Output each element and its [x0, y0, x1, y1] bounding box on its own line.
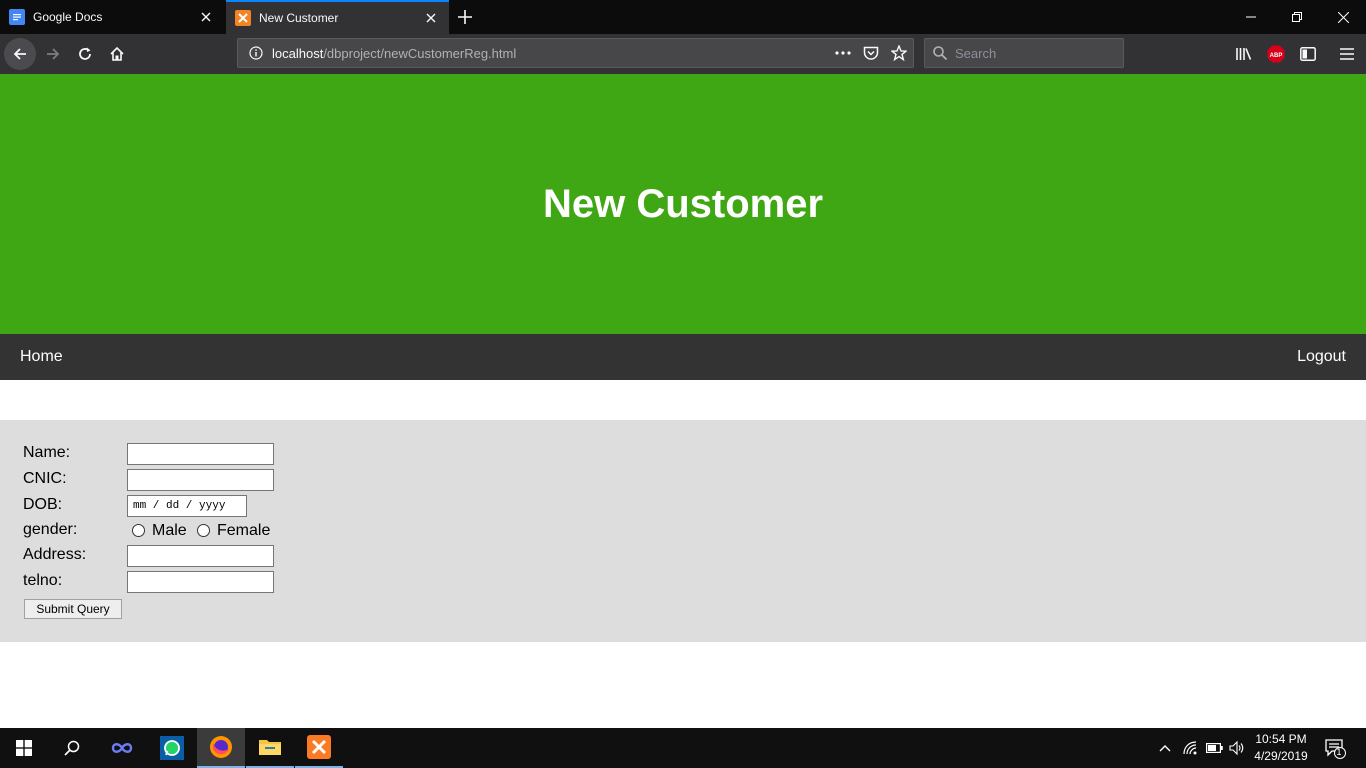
chevron-up-icon: [1159, 745, 1171, 752]
speaker-icon: [1229, 741, 1244, 755]
search-icon: [925, 46, 955, 60]
wifi-icon: [1183, 741, 1197, 755]
page-title: New Customer: [542, 181, 824, 226]
minimize-button[interactable]: [1228, 0, 1274, 34]
clock-time: 10:54 PM: [1255, 732, 1307, 746]
name-label: Name:: [23, 444, 71, 461]
logout-link[interactable]: Logout: [1297, 334, 1346, 380]
page-banner: New Customer: [0, 74, 1366, 334]
forward-button[interactable]: [37, 38, 69, 70]
info-icon[interactable]: [246, 46, 266, 60]
google-docs-icon: [9, 9, 25, 25]
abp-label: ABP: [1270, 53, 1283, 59]
gender-male-label: Male: [152, 522, 187, 539]
url-text[interactable]: localhost/dbproject/newCustomerReg.html: [272, 46, 829, 61]
telno-label: telno:: [23, 572, 63, 589]
file-explorer-button[interactable]: [246, 728, 294, 768]
gender-male-radio[interactable]: [132, 524, 145, 537]
network-button[interactable]: [1180, 728, 1202, 768]
name-input[interactable]: [127, 443, 274, 465]
whatsapp-icon: [160, 736, 184, 760]
address-bar[interactable]: localhost/dbproject/newCustomerReg.html: [237, 38, 914, 68]
cnic-label: CNIC:: [23, 470, 67, 487]
search-icon: [64, 740, 80, 756]
clock-date: 4/29/2019: [1254, 749, 1308, 763]
home-button[interactable]: [101, 38, 133, 70]
restore-button[interactable]: [1274, 0, 1320, 34]
browser-toolbar: localhost/dbproject/newCustomerReg.html …: [0, 34, 1366, 74]
close-tab-icon[interactable]: [194, 5, 218, 29]
windows-icon: [16, 740, 32, 756]
xampp-icon: [235, 10, 251, 26]
library-icon[interactable]: [1230, 40, 1258, 68]
submit-button[interactable]: Submit Query: [24, 599, 122, 619]
task-view-button[interactable]: [98, 728, 146, 768]
page-actions-icon[interactable]: [829, 39, 857, 67]
clock[interactable]: 10:54 PM 4/29/2019: [1248, 731, 1314, 765]
xampp-taskbar-button[interactable]: [295, 728, 343, 768]
site-nav: Home Logout: [0, 334, 1366, 380]
tab-label: Google Docs: [33, 10, 103, 24]
search-taskbar-button[interactable]: [48, 728, 96, 768]
home-link[interactable]: Home: [20, 334, 63, 380]
tab-strip: Google Docs New Customer: [0, 0, 1366, 34]
menu-icon[interactable]: [1333, 40, 1361, 68]
notification-count: 1: [1336, 747, 1342, 757]
pocket-icon[interactable]: [857, 39, 885, 67]
sidebar-icon[interactable]: [1294, 40, 1322, 68]
reload-button[interactable]: [69, 38, 101, 70]
gender-female-label: Female: [217, 522, 271, 539]
infinity-icon: [111, 743, 133, 753]
battery-button[interactable]: [1203, 728, 1225, 768]
dob-input[interactable]: mm / dd / yyyy: [127, 495, 247, 517]
battery-icon: [1205, 743, 1223, 753]
customer-form: Name: CNIC: DOB: mm / dd / yyyy gender: …: [0, 420, 1366, 642]
folder-icon: [259, 740, 281, 755]
url-path: /dbproject/newCustomerReg.html: [323, 45, 517, 61]
xampp-icon: [307, 735, 331, 759]
search-bar[interactable]: [924, 38, 1124, 68]
dob-label: DOB:: [23, 496, 63, 513]
close-window-button[interactable]: [1320, 0, 1366, 34]
firefox-icon: [210, 736, 232, 758]
bookmark-star-icon[interactable]: [885, 39, 913, 67]
search-input[interactable]: [955, 45, 1115, 61]
adblock-plus-icon[interactable]: ABP: [1262, 40, 1290, 68]
tab-label: New Customer: [259, 11, 339, 25]
start-button[interactable]: [0, 728, 48, 768]
cnic-input[interactable]: [127, 469, 274, 491]
address-input[interactable]: [127, 545, 274, 567]
back-button[interactable]: [4, 38, 36, 70]
new-tab-button[interactable]: [452, 5, 478, 29]
telno-input[interactable]: [127, 571, 274, 593]
whatsapp-button[interactable]: [148, 728, 196, 768]
taskbar: 10:54 PM 4/29/2019 1: [0, 728, 1366, 768]
tab-new-customer[interactable]: New Customer: [226, 0, 449, 34]
close-tab-icon[interactable]: [419, 6, 443, 30]
firefox-button[interactable]: [197, 728, 245, 768]
url-host: localhost: [272, 45, 324, 61]
tab-google-docs[interactable]: Google Docs: [0, 0, 224, 34]
volume-button[interactable]: [1226, 728, 1248, 768]
show-hidden-icons-button[interactable]: [1154, 728, 1176, 768]
action-center-button[interactable]: 1: [1320, 728, 1350, 768]
address-label: Address:: [23, 546, 87, 563]
gender-female-radio[interactable]: [197, 524, 210, 537]
gender-label: gender:: [23, 521, 78, 538]
